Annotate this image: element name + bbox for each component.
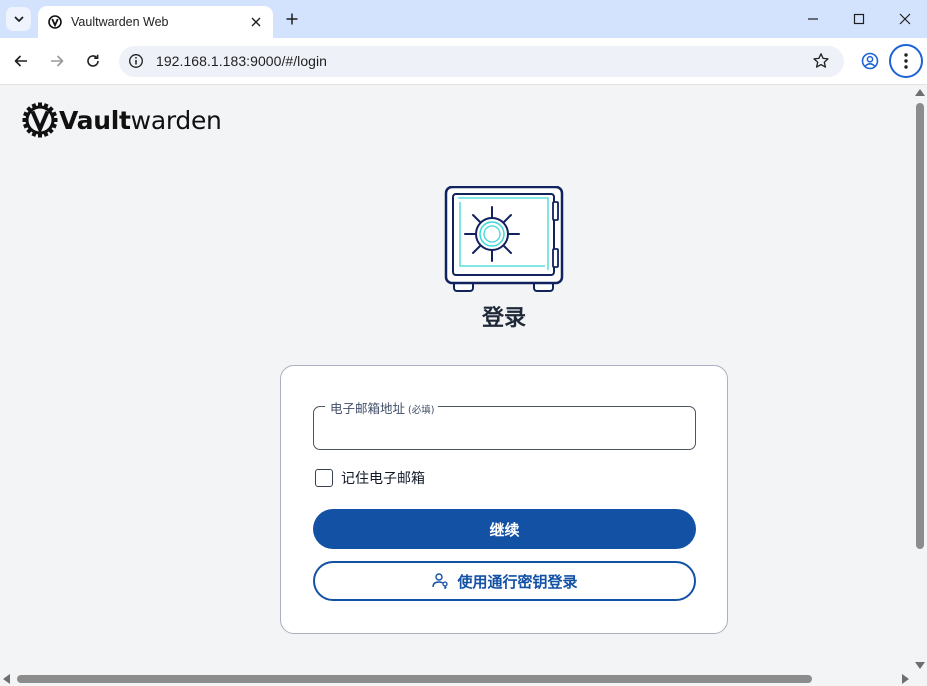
scroll-left-arrow-icon[interactable] <box>3 674 10 684</box>
url-text[interactable]: 192.168.1.183:9000/#/login <box>156 53 327 69</box>
page-viewport: Vaultwarden 登录 电子邮箱地址 (必填) 记住电子邮箱 继续 使用通… <box>0 86 912 672</box>
tab-title: Vaultwarden Web <box>71 15 169 29</box>
vaultwarden-gear-icon <box>22 102 58 138</box>
vault-safe-icon <box>444 186 564 292</box>
remember-email-checkbox[interactable] <box>315 469 333 487</box>
new-tab-button[interactable] <box>282 9 302 29</box>
close-icon <box>899 13 911 25</box>
vaultwarden-logo: Vaultwarden <box>22 100 222 140</box>
required-hint: (必填) <box>408 405 435 416</box>
reload-button[interactable] <box>82 50 104 72</box>
vaultwarden-favicon-icon <box>48 15 62 29</box>
passkey-icon <box>432 573 449 589</box>
minimize-button[interactable] <box>803 9 823 29</box>
more-vertical-icon <box>904 53 908 69</box>
reload-icon <box>87 54 99 67</box>
forward-button[interactable] <box>46 50 68 72</box>
email-field-label: 电子邮箱地址 (必填) <box>325 398 439 417</box>
maximize-icon <box>853 13 865 25</box>
browser-toolbar: 192.168.1.183:9000/#/login <box>0 38 927 85</box>
minimize-icon <box>808 18 818 20</box>
close-icon <box>251 17 261 27</box>
page-title: 登录 <box>481 306 526 331</box>
remember-email-row[interactable]: 记住电子邮箱 <box>315 468 425 488</box>
plus-icon <box>286 13 298 25</box>
browser-tab[interactable]: Vaultwarden Web <box>38 6 273 38</box>
tab-strip: Vaultwarden Web <box>0 0 927 38</box>
info-icon[interactable] <box>128 53 144 69</box>
login-card: 电子邮箱地址 (必填) 记住电子邮箱 继续 使用通行密钥登录 <box>280 365 728 634</box>
remember-email-label[interactable]: 记住电子邮箱 <box>341 468 425 488</box>
continue-button[interactable]: 继续 <box>313 509 696 549</box>
window-close-button[interactable] <box>895 9 915 29</box>
star-icon[interactable] <box>812 52 830 70</box>
vertical-scroll-thumb[interactable] <box>916 103 924 549</box>
scroll-right-arrow-icon[interactable] <box>902 674 909 684</box>
scroll-down-arrow-icon[interactable] <box>915 662 925 669</box>
email-input[interactable] <box>324 417 684 441</box>
scroll-up-arrow-icon[interactable] <box>915 89 925 96</box>
email-field[interactable]: 电子邮箱地址 (必填) <box>313 398 696 450</box>
arrow-right-icon <box>51 55 64 67</box>
browser-menu-button[interactable] <box>889 44 923 78</box>
logo-wordmark: Vaultwarden <box>59 105 222 135</box>
chevron-down-icon <box>14 16 23 22</box>
arrow-left-icon <box>14 55 27 67</box>
horizontal-scrollbar[interactable] <box>0 672 927 686</box>
horizontal-scroll-thumb[interactable] <box>17 675 812 683</box>
email-label-text: 电子邮箱地址 <box>330 401 406 416</box>
tab-search-button[interactable] <box>6 7 31 31</box>
maximize-button[interactable] <box>849 9 869 29</box>
back-button[interactable] <box>10 50 32 72</box>
passkey-button-label: 使用通行密钥登录 <box>457 572 578 591</box>
address-bar[interactable]: 192.168.1.183:9000/#/login <box>119 46 844 77</box>
tab-close-button[interactable] <box>248 14 264 30</box>
passkey-login-button[interactable]: 使用通行密钥登录 <box>313 561 696 601</box>
vertical-scrollbar[interactable] <box>912 86 927 672</box>
profile-icon[interactable] <box>860 51 880 71</box>
